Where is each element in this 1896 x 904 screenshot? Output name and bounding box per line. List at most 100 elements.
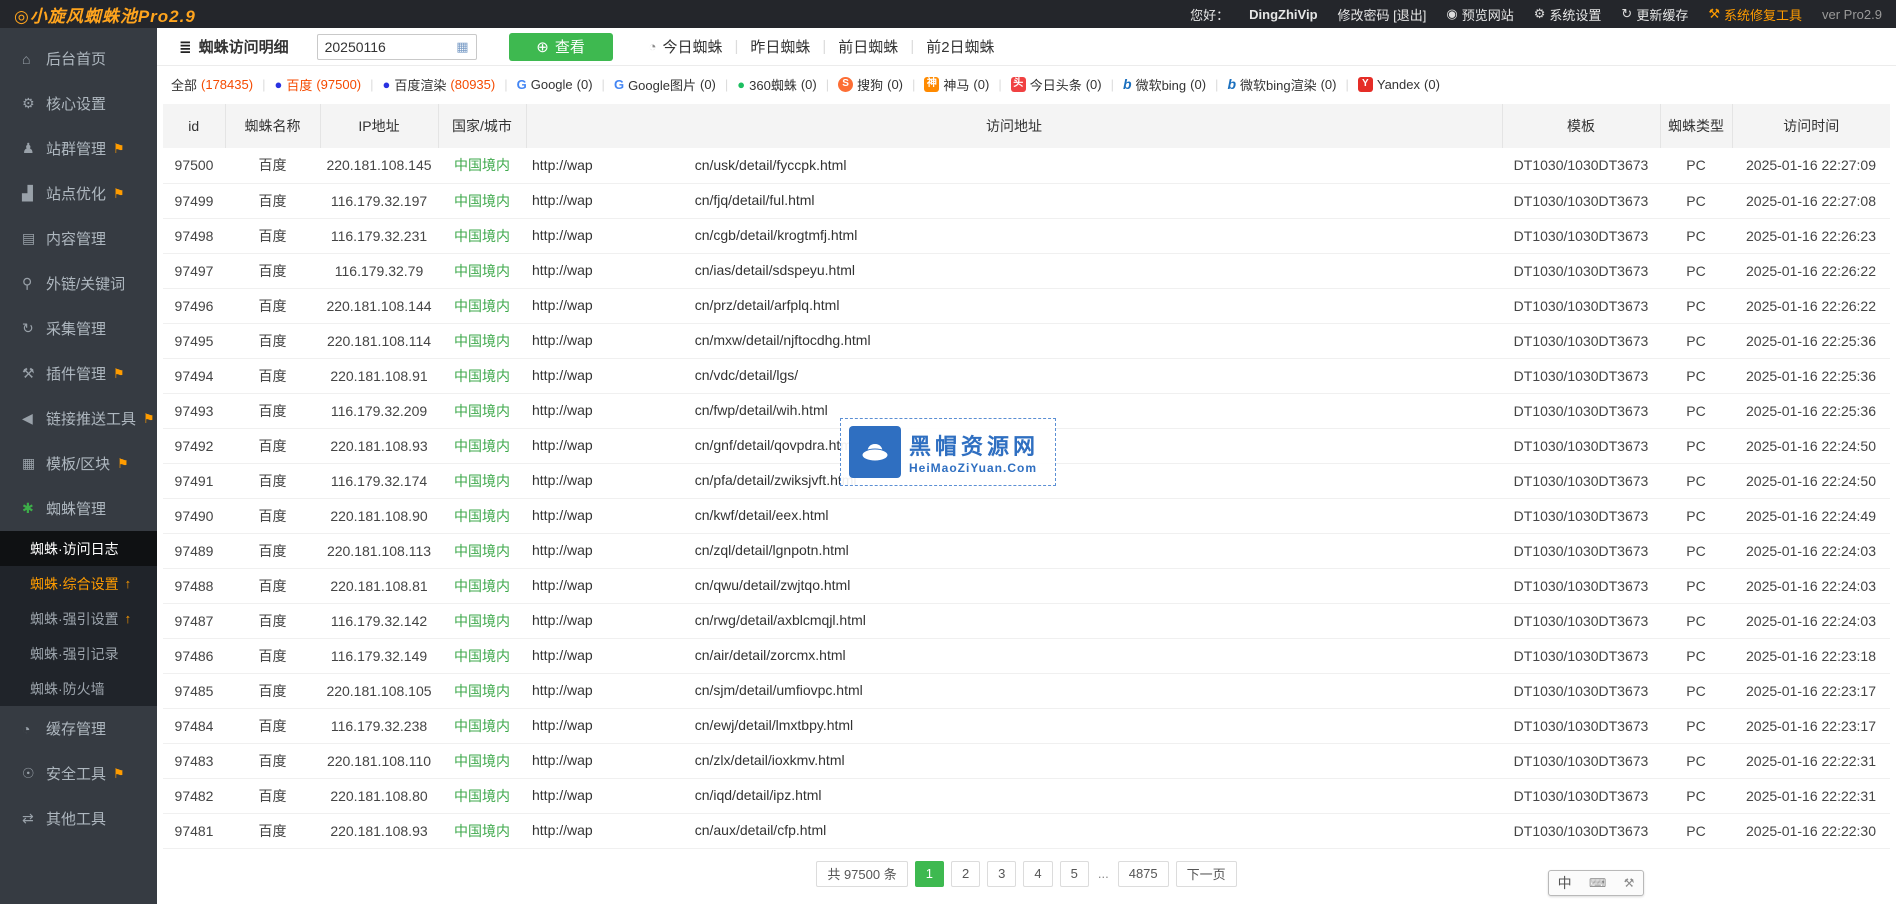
- sidebar-item-链接推送工具[interactable]: ◀链接推送工具⚑: [0, 396, 157, 441]
- filter-bing-render[interactable]: b微软bing渲染(0): [1227, 75, 1336, 94]
- cell-visit-time: 2025-01-16 22:25:36: [1732, 323, 1890, 358]
- url-prefix: http://wap: [532, 332, 593, 348]
- url-path: cn/rwg/detail/axblcmqjl.html: [695, 612, 866, 628]
- filter-shenma[interactable]: 神神马(0): [924, 75, 989, 94]
- link-2daysago-spider[interactable]: 前2日蜘蛛: [926, 36, 994, 57]
- filter-separator: |: [826, 77, 829, 92]
- sidebar-item-其他工具[interactable]: ⇄其他工具: [0, 796, 157, 841]
- filter-google[interactable]: GGoogle(0): [517, 77, 593, 92]
- filter-yandex[interactable]: YYandex(0): [1358, 77, 1440, 92]
- search-icon: ⚲: [22, 275, 46, 292]
- shenma-icon: 神: [924, 77, 939, 92]
- sidebar-item-采集管理[interactable]: ↻采集管理: [0, 306, 157, 351]
- cell-spider-type: PC: [1660, 778, 1732, 813]
- cell-id: 97488: [163, 568, 225, 603]
- filter-label: 百度: [286, 75, 312, 94]
- url-path: cn/zql/detail/lgnpotn.html: [695, 542, 849, 558]
- page-button-4[interactable]: 4: [1023, 861, 1052, 887]
- page-button-3[interactable]: 3: [987, 861, 1016, 887]
- page-button-1[interactable]: 1: [915, 861, 944, 887]
- cell-url: http://wap cn/zql/detail/lgnpotn.html: [526, 533, 1502, 568]
- link-yesterday-spider[interactable]: 昨日蜘蛛: [750, 36, 810, 57]
- filter-bing[interactable]: b微软bing(0): [1123, 75, 1206, 94]
- cell-template: DT1030/1030DT3673: [1502, 323, 1660, 358]
- sidebar-item-蜘蛛管理[interactable]: ✱蜘蛛管理: [0, 486, 157, 531]
- cell-visit-time: 2025-01-16 22:26:23: [1732, 218, 1890, 253]
- sidebar-subitem-蜘蛛·综合设置[interactable]: 蜘蛛·综合设置↑: [0, 566, 157, 601]
- sidebar-subitem-蜘蛛·强引设置[interactable]: 蜘蛛·强引设置↑: [0, 601, 157, 636]
- toolbar: ≣ 蜘蛛访问明细 20250116 ▦ ⊕ 查看 ◔ 今日蜘蛛 | 昨日蜘蛛 |…: [157, 28, 1896, 66]
- system-settings-link[interactable]: ⚙ 系统设置: [1534, 5, 1602, 24]
- url-path: cn/prz/detail/arfplq.html: [695, 297, 840, 313]
- filter-all[interactable]: 全部(178435): [171, 75, 253, 94]
- url-path: cn/iqd/detail/ipz.html: [695, 787, 822, 803]
- sidebar-subitem-蜘蛛·防火墙[interactable]: 蜘蛛·防火墙: [0, 671, 157, 706]
- cell-region: 中国境内: [438, 323, 526, 358]
- next-page-button[interactable]: 下一页: [1176, 861, 1237, 887]
- censor-block: [593, 265, 695, 279]
- cell-region: 中国境内: [438, 253, 526, 288]
- cell-spider-name: 百度: [225, 743, 320, 778]
- page-button-5[interactable]: 5: [1060, 861, 1089, 887]
- cell-region: 中国境内: [438, 708, 526, 743]
- shuffle-icon: ⇄: [22, 810, 46, 827]
- filter-360[interactable]: ●360蜘蛛(0): [737, 75, 816, 94]
- cell-url: http://wapcn/aux/detail/cfp.html: [526, 813, 1502, 848]
- sidebar-item-安全工具[interactable]: ☉安全工具⚑: [0, 751, 157, 796]
- cell-id: 97500: [163, 148, 225, 183]
- page-button-2[interactable]: 2: [951, 861, 980, 887]
- toutiao-icon: 头: [1011, 77, 1026, 92]
- cell-spider-name: 百度: [225, 638, 320, 673]
- sidebar-item-缓存管理[interactable]: ◔缓存管理: [0, 706, 157, 751]
- url-prefix: http://wap: [532, 752, 593, 768]
- change-password-link[interactable]: 修改密码 [退出]: [1338, 5, 1427, 24]
- sidebar-item-站点优化[interactable]: ▟站点优化⚑: [0, 171, 157, 216]
- last-page-button[interactable]: 4875: [1118, 861, 1169, 887]
- sidebar-item-后台首页[interactable]: ⌂后台首页: [0, 36, 157, 81]
- filter-baidu-render[interactable]: ●百度渲染(80935): [383, 75, 496, 94]
- ime-toolbar[interactable]: 中 ⌨ ⚒: [1548, 870, 1644, 896]
- table-row: 97489百度220.181.108.113中国境内http://wapcn/z…: [163, 533, 1890, 568]
- watermark-subtitle: HeiMaoZiYuan.Com: [909, 461, 1039, 475]
- cell-template: DT1030/1030DT3673: [1502, 183, 1660, 218]
- sidebar-item-模板/区块[interactable]: ▦模板/区块⚑: [0, 441, 157, 486]
- filter-count: (0): [1190, 77, 1206, 92]
- cell-visit-time: 2025-01-16 22:27:09: [1732, 148, 1890, 183]
- filter-baidu[interactable]: ●百度(97500): [274, 75, 361, 94]
- url-prefix: http://wap: [532, 542, 593, 558]
- filter-google-image[interactable]: GGoogle图片(0): [614, 75, 716, 94]
- gear-icon: ⚙: [22, 95, 46, 112]
- repair-tool-link[interactable]: ⚒ 系统修复工具: [1708, 5, 1802, 24]
- url-prefix: http://wap: [532, 472, 593, 488]
- sidebar-item-内容管理[interactable]: ▤内容管理: [0, 216, 157, 261]
- filter-toutiao[interactable]: 头今日头条(0): [1011, 75, 1102, 94]
- refresh-cache-link[interactable]: ↻ 更新缓存: [1621, 5, 1688, 24]
- filter-sogou[interactable]: S搜狗(0): [838, 75, 903, 94]
- sidebar-item-label: 其他工具: [46, 808, 106, 829]
- cell-spider-type: PC: [1660, 288, 1732, 323]
- cell-id: 97498: [163, 218, 225, 253]
- sidebar-item-插件管理[interactable]: ⚒插件管理⚑: [0, 351, 157, 396]
- app-logo: ◎小旋风蜘蛛池Pro2.9: [14, 2, 196, 27]
- link-today-spider[interactable]: ◔ 今日蜘蛛: [649, 36, 723, 57]
- cell-spider-name: 百度: [225, 393, 320, 428]
- sidebar-item-外链/关键词[interactable]: ⚲外链/关键词: [0, 261, 157, 306]
- cell-visit-time: 2025-01-16 22:23:18: [1732, 638, 1890, 673]
- region-text: 中国境内: [454, 473, 510, 489]
- url-prefix: http://wap: [532, 507, 593, 523]
- cell-spider-name: 百度: [225, 463, 320, 498]
- sidebar-item-核心设置[interactable]: ⚙核心设置: [0, 81, 157, 126]
- table-row: 97494百度220.181.108.91中国境内http://wapcn/vd…: [163, 358, 1890, 393]
- date-input[interactable]: 20250116 ▦: [317, 34, 477, 60]
- view-button[interactable]: ⊕ 查看: [509, 33, 613, 61]
- preview-site-link[interactable]: ◉ 预览网站: [1446, 5, 1513, 24]
- sidebar-item-站群管理[interactable]: ♟站群管理⚑: [0, 126, 157, 171]
- sidebar-subitem-蜘蛛·强引记录[interactable]: 蜘蛛·强引记录: [0, 636, 157, 671]
- sidebar-subitem-蜘蛛·访问日志[interactable]: 蜘蛛·访问日志: [0, 531, 157, 566]
- calendar-icon: ▦: [456, 39, 468, 55]
- cell-template: DT1030/1030DT3673: [1502, 358, 1660, 393]
- link-daybefore-spider[interactable]: 前日蜘蛛: [838, 36, 898, 57]
- sidebar-subitem-label: 蜘蛛·综合设置: [30, 574, 119, 594]
- censor-block: [593, 685, 695, 699]
- cell-template: DT1030/1030DT3673: [1502, 498, 1660, 533]
